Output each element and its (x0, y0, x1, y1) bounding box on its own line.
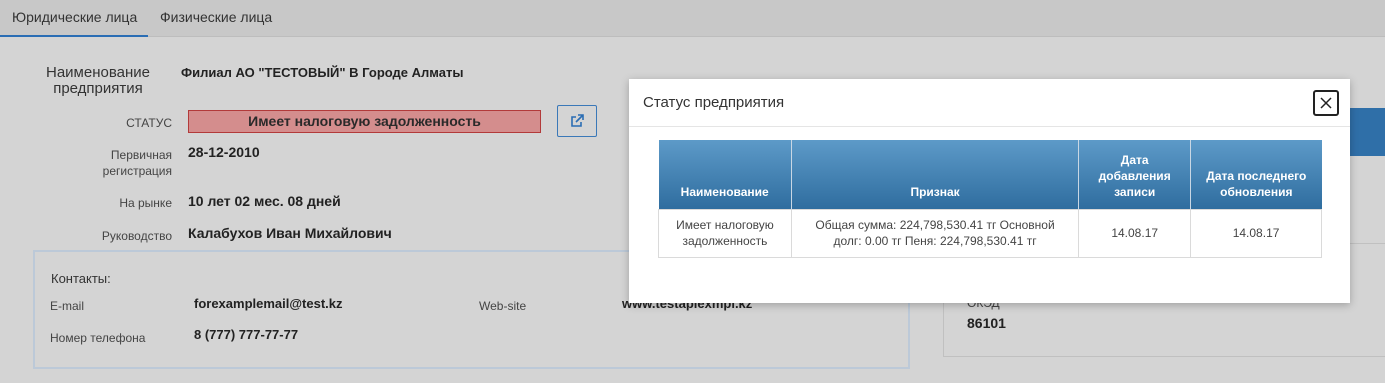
modal-title: Статус предприятия (643, 94, 785, 111)
status-badge: Имеет налоговую задолженность (188, 110, 541, 133)
column-header-date-added: Дата добавления записи (1078, 140, 1192, 209)
cell-attribute: Общая сумма: 224,798,530.41 тг Основной … (790, 208, 1080, 258)
open-status-button[interactable] (557, 105, 597, 137)
cell-name: Имеет налоговую задолженность (658, 208, 792, 258)
table-row: Имеет налоговую задолженность Общая сумм… (658, 208, 1322, 258)
cell-date-updated: 14.08.17 (1190, 208, 1322, 258)
registration-label: Первичная регистрация (102, 148, 172, 178)
market-label: На рынке (119, 196, 172, 210)
cell-date-added: 14.08.17 (1078, 208, 1192, 258)
director-value: Калабухов Иван Михайлович (188, 225, 392, 241)
close-icon (1320, 97, 1332, 109)
registration-value: 28-12-2010 (188, 144, 260, 160)
market-value: 10 лет 02 мес. 08 дней (188, 193, 341, 209)
email-label: E-mail (50, 299, 85, 313)
contacts-title: Контакты: (51, 271, 111, 286)
phone-label: Номер телефона (50, 331, 146, 345)
phone-value: 8 (777) 777-77-77 (194, 327, 299, 342)
column-header-name: Наименование (658, 140, 792, 209)
website-label: Web-site (479, 299, 527, 313)
status-label: СТАТУС (126, 116, 172, 130)
tab-legal-entities[interactable]: Юридические лица (0, 0, 148, 37)
modal-header: Статус предприятия (629, 79, 1350, 127)
modal-close-button[interactable] (1313, 90, 1339, 116)
status-table: Наименование Признак Дата добавления зап… (658, 140, 1322, 258)
okved-value: 86101 (967, 315, 1006, 331)
external-link-icon (571, 114, 584, 127)
tab-individuals[interactable]: Физические лица (160, 0, 272, 37)
email-value[interactable]: forexamplemail@test.kz (194, 296, 343, 311)
status-modal: Статус предприятия Наименование Признак … (629, 79, 1350, 303)
company-name-label: Наименование предприятия (46, 64, 150, 97)
table-header-row: Наименование Признак Дата добавления зап… (658, 140, 1322, 209)
company-name-value: Филиал АО "ТЕСТОВЫЙ" В Городе Алматы (181, 65, 464, 80)
tab-bar: Юридические лица Физические лица (0, 0, 1385, 37)
column-header-date-updated: Дата последнего обновления (1190, 140, 1322, 209)
column-header-attribute: Признак (791, 140, 1080, 209)
director-label: Руководство (101, 229, 172, 243)
